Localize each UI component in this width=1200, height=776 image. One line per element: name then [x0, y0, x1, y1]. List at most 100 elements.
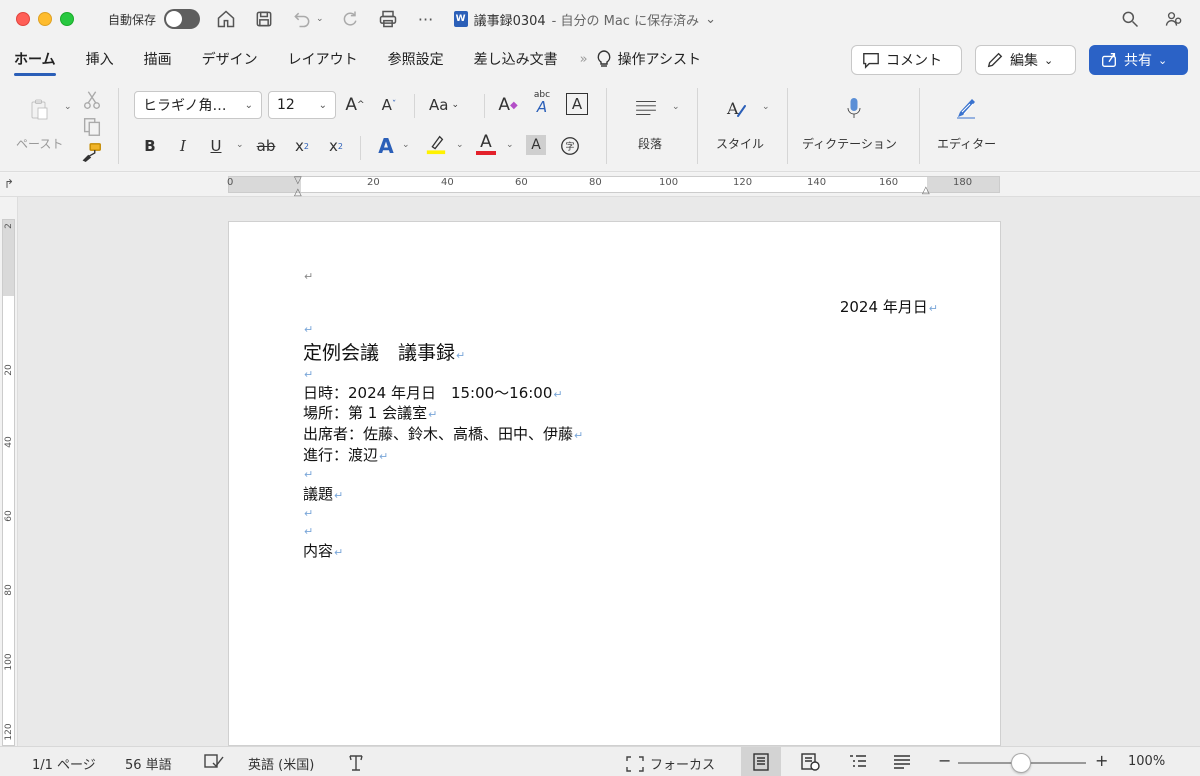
undo-icon[interactable]: [290, 7, 314, 31]
home-icon[interactable]: [214, 7, 238, 31]
account-icon[interactable]: [1162, 7, 1186, 31]
bold-button[interactable]: B: [138, 134, 162, 158]
paste-icon[interactable]: [20, 88, 60, 132]
ruler-tick: 120: [733, 177, 753, 188]
ruler-track[interactable]: 0 20 40 60 80 100 120 140 160 180: [227, 176, 1000, 193]
tab-stop-selector-icon[interactable]: ↱: [4, 177, 14, 191]
empty-paragraph[interactable]: ↵: [303, 503, 313, 521]
tab-layout[interactable]: レイアウト: [288, 38, 358, 80]
empty-paragraph[interactable]: ↵: [303, 319, 313, 337]
location-line[interactable]: 場所：第 1 会議室↵: [303, 402, 437, 423]
facilitator-line[interactable]: 進行：渡辺↵: [303, 444, 388, 465]
zoom-window-button[interactable]: [60, 12, 74, 26]
document-heading[interactable]: 定例会議 議事録↵: [303, 338, 465, 365]
print-icon[interactable]: [376, 7, 400, 31]
page-count[interactable]: 1/1 ページ: [32, 754, 96, 773]
date-text: 2024 年月日: [839, 298, 928, 316]
share-button[interactable]: 共有 ⌄: [1089, 45, 1188, 75]
search-icon[interactable]: [1118, 7, 1142, 31]
highlight-dropdown-icon[interactable]: ⌄: [456, 140, 464, 150]
change-case-button[interactable]: Aa ⌄: [428, 93, 460, 117]
empty-paragraph[interactable]: ↵: [303, 464, 313, 482]
outline-view-button[interactable]: [838, 747, 878, 776]
copy-icon[interactable]: [80, 115, 104, 139]
proofing-icon[interactable]: [204, 754, 224, 770]
comment-button[interactable]: コメント: [851, 45, 962, 75]
italic-button[interactable]: I: [171, 134, 195, 158]
more-tabs-icon[interactable]: »: [580, 52, 588, 67]
tab-mailings[interactable]: 差し込み文書: [474, 38, 558, 80]
microphone-icon[interactable]: [838, 86, 870, 130]
tab-draw[interactable]: 描画: [144, 38, 172, 80]
save-icon[interactable]: [252, 7, 276, 31]
dictation-label: ディクテーション: [802, 137, 897, 151]
phonetic-guide-icon[interactable]: abc A: [530, 91, 554, 115]
font-size-select[interactable]: 12 ⌄: [268, 91, 336, 119]
content-line[interactable]: 内容↵: [303, 540, 343, 561]
underline-button[interactable]: U: [204, 134, 228, 158]
empty-paragraph[interactable]: ↵: [303, 266, 313, 284]
superscript-button[interactable]: x2: [324, 134, 348, 158]
word-count[interactable]: 56 単語: [125, 754, 172, 773]
enclose-characters-icon[interactable]: 字: [558, 134, 582, 158]
format-painter-icon[interactable]: [80, 140, 104, 164]
zoom-in-button[interactable]: +: [1095, 751, 1108, 770]
tab-design[interactable]: デザイン: [202, 38, 258, 80]
styles-label: スタイル: [716, 137, 765, 151]
strikethrough-button[interactable]: ab: [254, 134, 278, 158]
styles-icon[interactable]: A: [714, 86, 758, 130]
zoom-out-button[interactable]: −: [938, 751, 951, 770]
paste-dropdown-icon[interactable]: ⌄: [64, 102, 72, 112]
underline-dropdown-icon[interactable]: ⌄: [236, 140, 244, 150]
ruler-left-margin: [229, 177, 301, 192]
print-layout-view-button[interactable]: [741, 747, 781, 776]
subscript-button[interactable]: x2: [290, 134, 314, 158]
datetime-line[interactable]: 日時：2024 年月日 15:00〜16:00↵: [303, 382, 563, 403]
editor-icon[interactable]: [944, 86, 988, 130]
font-name-select[interactable]: ヒラギノ角… ⌄: [134, 91, 262, 119]
empty-paragraph[interactable]: ↵: [303, 364, 313, 382]
paragraph-icon[interactable]: [626, 90, 666, 126]
language-indicator[interactable]: 英語 (米国): [248, 754, 314, 773]
empty-paragraph[interactable]: ↵: [303, 521, 313, 539]
font-color-dropdown-icon[interactable]: ⌄: [506, 140, 514, 150]
text-effects-icon[interactable]: A: [374, 134, 398, 158]
undo-dropdown-icon[interactable]: ⌄: [316, 14, 324, 24]
agenda-line[interactable]: 議題↵: [303, 483, 343, 504]
date-line[interactable]: 2024 年月日↵: [840, 296, 938, 317]
close-window-button[interactable]: [16, 12, 30, 26]
shrink-font-icon[interactable]: Aˇ: [377, 93, 401, 117]
text-effects-dropdown-icon[interactable]: ⌄: [402, 140, 410, 150]
web-layout-view-button[interactable]: [790, 747, 830, 776]
zoom-slider-handle[interactable]: [1011, 753, 1031, 773]
tab-insert[interactable]: 挿入: [86, 38, 114, 80]
draft-view-button[interactable]: [882, 747, 922, 776]
focus-mode-button[interactable]: フォーカス: [626, 754, 715, 773]
autosave-toggle[interactable]: [164, 9, 201, 29]
clear-formatting-icon[interactable]: A ◆: [496, 93, 520, 117]
styles-dropdown-icon[interactable]: ⌄: [762, 102, 770, 112]
tab-home[interactable]: ホーム: [14, 38, 56, 80]
grow-font-icon[interactable]: A ^: [343, 93, 367, 117]
right-indent-marker[interactable]: △: [922, 185, 930, 196]
zoom-level[interactable]: 100%: [1128, 754, 1165, 769]
tab-references[interactable]: 参照設定: [388, 38, 444, 80]
minimize-window-button[interactable]: [38, 12, 52, 26]
first-line-indent-marker[interactable]: ▽: [294, 175, 302, 186]
redo-icon[interactable]: [338, 7, 362, 31]
document-title[interactable]: W 議事録0304 - 自分の Mac に保存済み ⌄: [453, 10, 716, 29]
character-border-icon[interactable]: A: [566, 93, 588, 115]
accessibility-icon[interactable]: [348, 754, 364, 772]
more-options-icon[interactable]: ···: [414, 7, 438, 31]
highlight-color-icon[interactable]: [424, 132, 448, 156]
character-shading-icon[interactable]: A: [526, 135, 546, 155]
font-color-icon[interactable]: A: [474, 132, 498, 156]
paragraph-dropdown-icon[interactable]: ⌄: [672, 102, 680, 112]
subscript-label: x: [295, 137, 304, 155]
paragraph-mark: ↵: [574, 429, 584, 442]
tell-me-assist[interactable]: 操作アシスト: [596, 49, 701, 69]
attendees-line[interactable]: 出席者：佐藤、鈴木、高橋、田中、伊藤↵: [303, 423, 583, 444]
edit-mode-button[interactable]: 編集 ⌄: [975, 45, 1076, 75]
document-page[interactable]: ↵ 2024 年月日↵ ↵ 定例会議 議事録↵ ↵ 日時：2024 年月日 15…: [228, 221, 1001, 746]
cut-icon[interactable]: [80, 88, 104, 112]
